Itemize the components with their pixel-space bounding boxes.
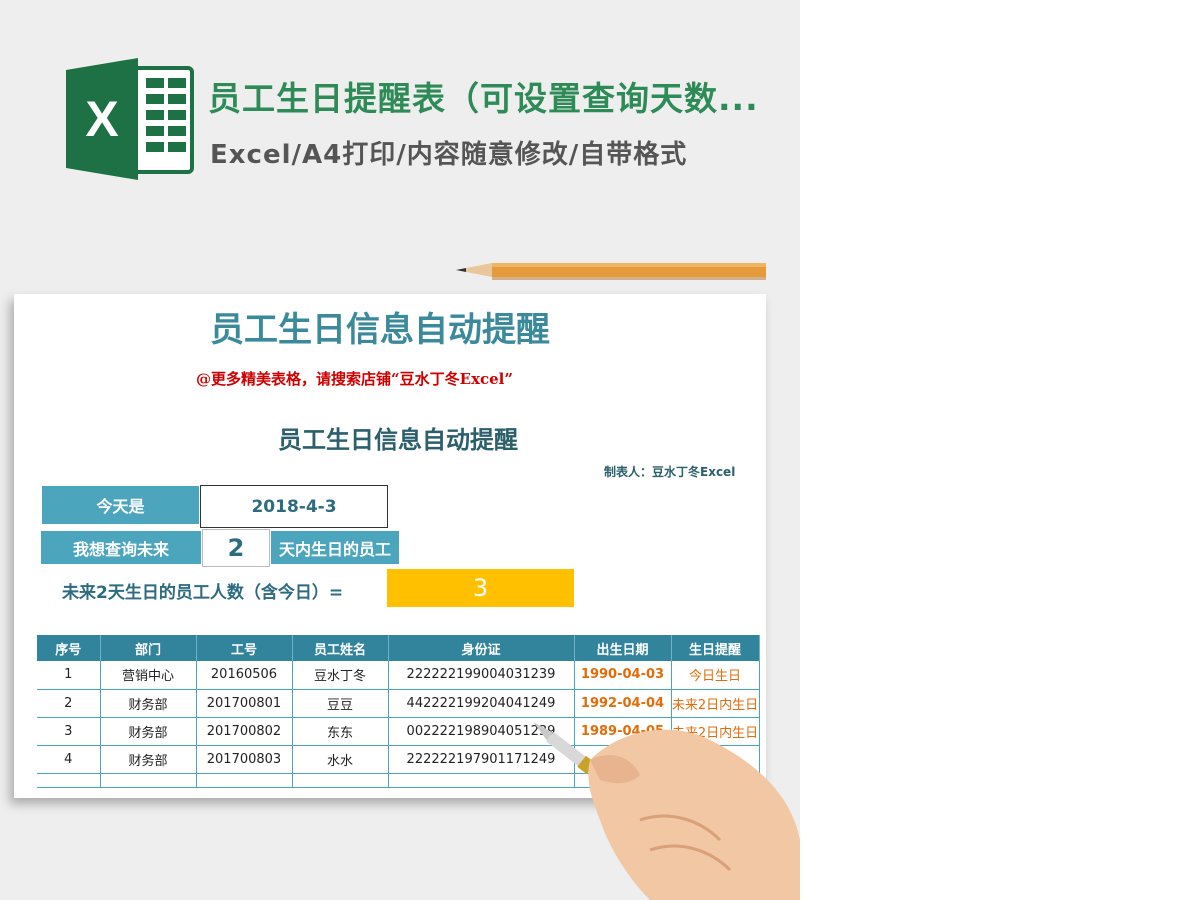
store-ad-text: @更多精美表格，请搜索店铺“豆水丁冬Excel”: [196, 370, 514, 388]
cell: 2: [37, 689, 101, 718]
count-label: 未来2天生日的员工人数（含今日）=: [62, 583, 344, 603]
today-value: 2018-4-3: [200, 485, 388, 528]
page-subtitle: Excel/A4打印/内容随意修改/自带格式: [210, 140, 688, 170]
query-days-input[interactable]: 2: [202, 529, 270, 567]
cell: 水水: [292, 745, 389, 774]
pencil-icon: [456, 263, 766, 280]
table-row: 1 营销中心 20160506 豆水丁冬 222222199004031239 …: [37, 661, 760, 690]
sheet-title: 员工生日信息自动提醒: [210, 310, 550, 350]
header-cell: 工号: [196, 635, 293, 661]
hand-with-pen-illustration: [533, 722, 800, 900]
cell: 201700802: [196, 717, 293, 746]
header-cell: 部门: [100, 635, 197, 661]
header-cell: 出生日期: [574, 635, 672, 661]
cell: 东东: [292, 717, 389, 746]
cell: 201700803: [196, 745, 293, 774]
blank-area: [800, 0, 1200, 900]
excel-logo-icon: X: [66, 58, 194, 180]
cell: 豆水丁冬: [292, 661, 389, 690]
preview-background: X 员工生日提醒表（可设置查询天数... Excel/A4打印/内容随意修改/自…: [0, 0, 800, 900]
page-title: 员工生日提醒表（可设置查询天数...: [208, 79, 759, 118]
header-cell: 生日提醒: [671, 635, 760, 661]
sheet-subtitle: 员工生日信息自动提醒: [278, 426, 518, 454]
cell: 豆豆: [292, 689, 389, 718]
maker-label: 制表人：豆水丁冬Excel: [604, 465, 736, 479]
cell: 财务部: [100, 689, 197, 718]
cell: 营销中心: [100, 661, 197, 690]
cell: 4: [37, 745, 101, 774]
cell: 财务部: [100, 717, 197, 746]
cell: 201700801: [196, 689, 293, 718]
cell: 3: [37, 717, 101, 746]
header-cell: 序号: [37, 635, 101, 661]
cell: 20160506: [196, 661, 293, 690]
header-cell: 员工姓名: [292, 635, 389, 661]
table-header-row: 序号 部门 工号 员工姓名 身份证 出生日期 生日提醒: [37, 635, 760, 661]
cell: 1: [37, 661, 101, 690]
query-label: 我想查询未来: [41, 531, 201, 564]
count-value: 3: [387, 569, 574, 607]
cell: 222222199004031239: [388, 661, 575, 690]
today-label: 今天是: [42, 486, 199, 524]
cell: 今日生日: [671, 661, 760, 690]
logo-letter: X: [85, 91, 118, 147]
query-suffix-label: 天内生日的员工: [271, 531, 399, 564]
cell: 财务部: [100, 745, 197, 774]
cell: 1990-04-03: [574, 661, 672, 690]
header-cell: 身份证: [388, 635, 575, 661]
